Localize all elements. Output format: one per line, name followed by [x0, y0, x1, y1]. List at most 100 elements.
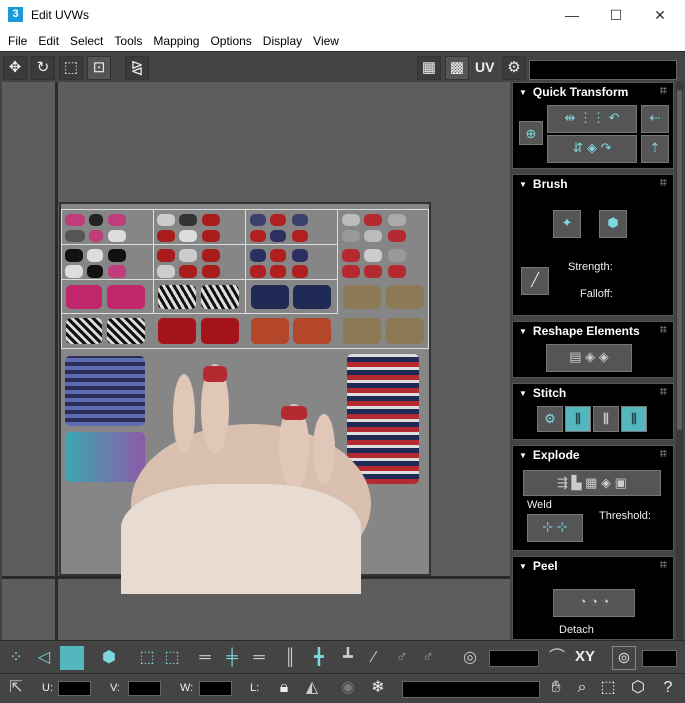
space-horizontal-icon[interactable]: ⇠	[641, 105, 669, 133]
edge-select-icon[interactable]: ◁	[32, 646, 56, 670]
brush-size-icon-2[interactable]: ♂	[416, 646, 440, 670]
selection-toolbar: ⁘ ◁ ⬢ ⬚ ⬚ ═ ╪ ═ ║ ╋ ┻ ⁄ ♂ ♂ ◎ ⌒ XY ⊚	[0, 640, 685, 673]
paint-select-add-icon[interactable]: ╋	[307, 646, 331, 670]
set-pivot-icon[interactable]: ⊕	[519, 121, 543, 145]
falloff-curve-icon[interactable]: ⌒	[545, 646, 569, 670]
ring-grow-icon[interactable]: ║	[278, 646, 302, 670]
detach-label: Detach	[559, 624, 594, 636]
rotate-icon[interactable]: ↻	[31, 56, 55, 80]
freeze-icon[interactable]: ❄	[366, 676, 390, 700]
drag-grip-icon[interactable]	[660, 179, 667, 186]
edge-distance-field[interactable]	[642, 650, 677, 667]
peel-tools-icon[interactable]: ◔ ◔ ◔	[553, 589, 635, 617]
rollout-stitch: ▼ Stitch ⚙ ⫼ ⫼ ⫼	[512, 383, 674, 440]
panel-scrollbar-thumb[interactable]	[677, 90, 682, 430]
rollout-title-brush[interactable]: ▼ Brush	[519, 177, 568, 191]
nail-sticker	[270, 265, 286, 278]
vertex-select-icon[interactable]: ⁘	[4, 646, 28, 670]
soft-selection-icon[interactable]: ◎	[458, 646, 482, 670]
stitch-to-target-icon[interactable]: ⫼	[621, 406, 647, 432]
help-icon[interactable]: ?	[656, 676, 680, 700]
menu-edit[interactable]: Edit	[33, 30, 65, 51]
maximize-button[interactable]: ☐	[596, 3, 636, 27]
stitch-average-icon[interactable]: ⫼	[593, 406, 619, 432]
falloff-value-field[interactable]	[489, 650, 539, 667]
nail-sticker	[293, 285, 331, 309]
show-map-icon[interactable]: ▩	[445, 56, 469, 80]
strength-label: Strength:	[568, 261, 613, 273]
lock-icon[interactable]: 🔒︎	[272, 676, 296, 700]
element-select-icon[interactable]: ⬢	[97, 646, 121, 670]
paint-select-sub-icon[interactable]: ┻	[336, 646, 360, 670]
drag-grip-icon[interactable]	[660, 87, 667, 94]
explode-tools-icon[interactable]: ⇶ ▙ ▦ ◈ ▣	[523, 470, 661, 496]
loop-icon[interactable]: ═	[193, 646, 217, 670]
drag-grip-icon[interactable]	[660, 450, 667, 457]
uv-mode-label[interactable]: UV	[475, 59, 494, 75]
modifier-panel: ▼ Quick Transform ⊕ ⇹ ⋮⋮ ↶ ⇵ ◈ ↷ ⇠ ⇡ ▼ Bru…	[512, 82, 675, 640]
rollout-title-explode[interactable]: ▼ Explode	[519, 448, 580, 462]
face-select-icon[interactable]	[60, 646, 84, 670]
paint-move-icon[interactable]: ✦	[553, 210, 581, 238]
pan-hand-icon[interactable]: ✋︎	[544, 676, 568, 700]
edge-distance-icon[interactable]: ⊚	[612, 646, 636, 670]
nail-sticker	[250, 249, 266, 262]
grow-selection-icon[interactable]: ⬚	[160, 646, 184, 670]
rollout-title-stitch[interactable]: ▼ Stitch	[519, 386, 566, 400]
close-button[interactable]: ✕	[640, 3, 680, 27]
weld-buttons-icon[interactable]: ⊹ ⊹	[527, 514, 583, 542]
paint-brush-icon[interactable]: ⁄	[362, 646, 386, 670]
loop-grow-icon[interactable]: ╪	[220, 646, 244, 670]
stitch-custom-icon[interactable]: ⚙	[537, 406, 563, 432]
absolute-offset-icon[interactable]: ⇱	[4, 676, 28, 700]
uv-viewport[interactable]	[2, 82, 510, 640]
scale-icon[interactable]: ⬚	[59, 56, 83, 80]
menu-mapping[interactable]: Mapping	[148, 30, 205, 51]
drag-grip-icon[interactable]	[660, 388, 667, 395]
menu-tools[interactable]: Tools	[109, 30, 148, 51]
w-field[interactable]	[199, 681, 232, 696]
brush-size-icon[interactable]: ♂	[390, 646, 414, 670]
drag-grip-icon[interactable]	[660, 326, 667, 333]
nail-sticker	[201, 285, 239, 309]
rollout-title-peel[interactable]: ▼ Peel	[519, 559, 558, 573]
align-horizontal-icon[interactable]: ⇹ ⋮⋮ ↶	[547, 105, 637, 133]
zoom-region-icon[interactable]: ⬚	[596, 676, 620, 700]
nail-sticker	[250, 230, 266, 242]
drag-grip-icon[interactable]	[660, 561, 667, 568]
align-vertical-icon[interactable]: ⇵ ◈ ↷	[547, 135, 637, 163]
menu-display[interactable]: Display	[258, 30, 308, 51]
nail-sticker	[107, 318, 145, 344]
stitch-to-source-icon[interactable]: ⫼	[565, 406, 591, 432]
zoom-extents-icon[interactable]: ⬡	[626, 676, 650, 700]
relax-brush-icon[interactable]: ⬢	[599, 210, 627, 238]
ring-icon[interactable]: ═	[247, 646, 271, 670]
selection-name-field[interactable]	[402, 681, 540, 698]
freeform-mode-icon[interactable]: ⊡	[87, 56, 111, 80]
menu-file[interactable]: File	[3, 30, 33, 51]
reshape-tools-icon[interactable]: ▤ ◈ ◈	[546, 344, 632, 372]
texture-dropdown[interactable]	[529, 60, 677, 80]
minimize-button[interactable]: —	[552, 3, 592, 27]
options-gear-icon[interactable]: ⚙	[502, 56, 526, 80]
nail-sticker	[386, 318, 424, 344]
mirror-icon[interactable]: ⧎	[125, 56, 149, 80]
u-field[interactable]	[58, 681, 91, 696]
brush-curve-icon[interactable]: ╱	[521, 267, 549, 295]
menu-options[interactable]: Options	[205, 30, 257, 51]
v-field[interactable]	[128, 681, 161, 696]
rollout-title-quick-transform[interactable]: ▼ Quick Transform	[519, 85, 628, 99]
zoom-icon[interactable]: ⌕	[570, 676, 594, 700]
move-icon[interactable]: ✥	[3, 56, 27, 80]
menu-select[interactable]: Select	[65, 30, 109, 51]
menu-view[interactable]: View	[308, 30, 345, 51]
checker-pattern-icon[interactable]: ▦	[417, 56, 441, 80]
select-by-element-icon[interactable]: ⬚	[135, 646, 159, 670]
space-vertical-icon[interactable]: ⇡	[641, 135, 669, 163]
rollout-title-reshape[interactable]: ▼ Reshape Elements	[519, 324, 640, 338]
hide-icon[interactable]: ◭	[300, 676, 324, 700]
xy-toggle[interactable]: XY	[575, 648, 595, 665]
nail-sticker	[158, 285, 196, 309]
uv-texture-area[interactable]	[59, 202, 431, 594]
eye-icon[interactable]: ◉	[336, 676, 360, 700]
